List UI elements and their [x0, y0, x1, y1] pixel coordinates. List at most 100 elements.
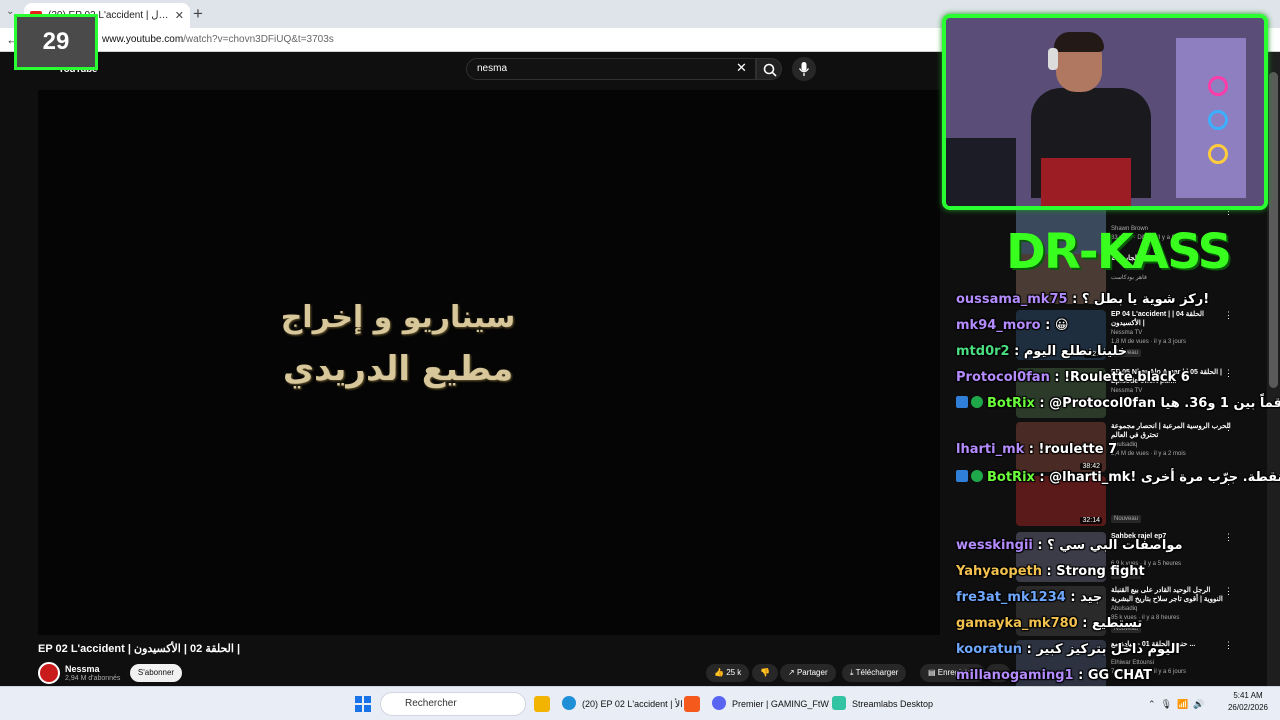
channel-avatar[interactable] — [38, 662, 60, 684]
recommendation-channel[interactable]: Elhiwar Ettounsi — [1111, 660, 1154, 666]
more-options-icon[interactable]: ⋮ — [1224, 640, 1233, 651]
screen: ⌄ (20) EP 02 L'accident | الأكسيدون | ال… — [0, 0, 1280, 720]
chat-text: ركز شوية يا بطل ؟! — [1081, 292, 1210, 307]
subscribe-button[interactable]: S'abonner — [130, 664, 182, 682]
chat-separator: : — [1073, 668, 1088, 683]
chat-text: خلينا نطلع اليوم — [1023, 344, 1128, 359]
search-button[interactable] — [756, 58, 782, 80]
recommendation-channel[interactable]: Abulsadiq — [1111, 606, 1137, 612]
chat-message: mtd0r2 : خلينا نطلع اليوم — [956, 344, 1127, 359]
windows-start-icon[interactable] — [355, 696, 371, 712]
voice-search-button[interactable] — [792, 57, 816, 81]
recommendation-channel[interactable]: Nessma TV — [1111, 388, 1142, 394]
rgb-fan — [1208, 144, 1228, 164]
volume-icon[interactable]: 🔊 — [1193, 699, 1204, 709]
scrollbar-thumb[interactable] — [1269, 72, 1278, 388]
taskbar-app-label: (20) EP 02 L'accident | الأ — [582, 699, 683, 709]
chat-username: wesskingii — [956, 538, 1033, 553]
recommendation-title[interactable]: الحرب الروسية المرعبة | انحصار مجموعة تح… — [1111, 422, 1231, 440]
chevron-up-icon[interactable]: ⌃ — [1148, 699, 1156, 709]
wifi-icon[interactable]: 📶 — [1177, 699, 1188, 709]
channel-name[interactable]: Nessma — [65, 664, 100, 674]
chat-message: millanogaming1 : GG CHAT — [956, 668, 1152, 683]
system-tray[interactable]: ⌃ 🎙 📶 🔊 — [1148, 699, 1204, 710]
chat-username: BotRix — [987, 396, 1035, 411]
chat-separator: : — [1009, 344, 1024, 359]
dislike-icon: 👎 — [760, 668, 770, 677]
more-options-icon[interactable]: ⋮ — [1224, 586, 1233, 597]
chat-username: mk94_moro — [956, 318, 1041, 333]
taskbar: ⌕ Rechercher (20) EP 02 L'accident | الأ… — [0, 686, 1280, 720]
video-player[interactable]: سيناريو و إخراج مطيع الدريدي — [38, 90, 940, 635]
chat-text: تستطيع — [1091, 616, 1143, 631]
chat-separator: : — [1042, 564, 1057, 579]
chat-separator: : — [1032, 538, 1048, 553]
chat-separator: : — [1065, 590, 1081, 605]
chat-text: !roulette 7 — [1038, 442, 1118, 457]
download-button[interactable]: ⤓ Télécharger — [842, 664, 907, 682]
microphone-icon[interactable]: 🎙 — [1161, 699, 1172, 709]
taskbar-app-streamlabs[interactable]: Streamlabs Desktop — [832, 693, 933, 715]
streamer-hair — [1054, 32, 1104, 52]
new-badge: Nouveau — [1111, 515, 1142, 523]
verified-badge-icon — [971, 396, 983, 408]
chat-text: @lharti_mk! النتيجة: 21 | للأسف، لم تنجح… — [1049, 470, 1280, 485]
chat-text: اليوم داخل بتركيز كبير — [1036, 642, 1180, 657]
url-text[interactable]: www.youtube.com/watch?v=chovn3DFiUQ&t=37… — [102, 34, 334, 45]
chat-username: fre3at_mk1234 — [956, 590, 1066, 605]
headset-icon — [1048, 48, 1058, 70]
chat-username: Yahyaopeth — [956, 564, 1043, 579]
chat-message: BotRix : @lharti_mk! النتيجة: 21 | للأسف… — [956, 470, 1280, 485]
system-clock[interactable]: 5:41 AM 26/02/2026 — [1222, 690, 1274, 714]
edge-icon — [562, 696, 576, 710]
credits-line-2: مطيع الدريدي — [282, 349, 514, 389]
new-tab-icon[interactable]: + — [193, 4, 203, 24]
taskbar-app-label: Premier | GAMING_FtW — [732, 699, 829, 709]
chat-message: kooratun : اليوم داخل بتركيز كبير — [956, 642, 1180, 657]
chat-message: wesskingii : مواصفات البي سي ؟ — [956, 538, 1183, 553]
chat-username: gamayka_mk780 — [956, 616, 1078, 631]
page-scrollbar[interactable] — [1267, 52, 1280, 686]
chat-username: millanogaming1 — [956, 668, 1074, 683]
taskbar-app-discord[interactable]: Premier | GAMING_FtW — [712, 693, 829, 715]
more-options-icon[interactable]: ⋮ — [1224, 310, 1233, 321]
close-tab-icon[interactable]: ✕ — [175, 9, 184, 22]
chat-separator: : — [1024, 442, 1039, 457]
taskbar-app-edge[interactable]: (20) EP 02 L'accident | الأ — [562, 693, 683, 715]
streamlabs-icon — [832, 696, 846, 710]
chat-message: mk94_moro : 😀 — [956, 318, 1068, 333]
video-frame-credits: سيناريو و إخراج مطيع الدريدي — [38, 300, 758, 389]
more-options-icon[interactable]: ⋮ — [1224, 422, 1233, 433]
chat-text: 😀 — [1054, 318, 1069, 333]
chat-message: lharti_mk : !roulette 7 — [956, 442, 1117, 457]
chat-username: oussama_mk75 — [956, 292, 1068, 307]
chat-text: جيد — [1080, 590, 1103, 605]
chat-username: BotRix — [987, 470, 1035, 485]
brave-icon[interactable] — [684, 696, 700, 712]
like-count: 25 k — [726, 668, 742, 677]
recommendation-meta: 2,4 M de vues · il y a 2 mois — [1111, 451, 1186, 457]
share-button[interactable]: ↗ Partager — [780, 664, 836, 682]
chat-message: gamayka_mk780 : تستطيع — [956, 616, 1142, 631]
webcam-overlay — [942, 14, 1268, 210]
clear-search-icon[interactable]: ✕ — [736, 60, 747, 76]
recommendation-title[interactable]: EP 04 L'accident | الحلقة 04 | الأكسيدون… — [1111, 310, 1231, 328]
chat-username: lharti_mk — [956, 442, 1025, 457]
taskbar-search-input[interactable]: Rechercher — [380, 692, 526, 716]
recommendation-channel[interactable]: Nessma TV — [1111, 330, 1142, 336]
chat-separator: : — [1022, 642, 1037, 657]
chat-message: Protocol0fan : !Roulette black 6 — [956, 370, 1190, 385]
more-options-icon[interactable]: ⋮ — [1224, 368, 1233, 379]
webcam-monitor — [946, 138, 1016, 206]
more-options-icon[interactable]: ⋮ — [1224, 532, 1233, 543]
recommendation-title[interactable]: الرجل الوحيد القادر على بيع القنبلة النو… — [1111, 586, 1231, 604]
chat-message: fre3at_mk1234 : جيد — [956, 590, 1102, 605]
chat-separator: : — [1034, 470, 1050, 485]
dislike-button[interactable]: 👎 — [752, 664, 778, 682]
search-icon — [763, 63, 777, 77]
chat-message: oussama_mk75 : ركز شوية يا بطل ؟! — [956, 292, 1209, 307]
search-input[interactable]: nesma — [466, 58, 756, 80]
file-explorer-icon[interactable] — [534, 696, 550, 712]
like-button[interactable]: 👍 25 k — [706, 664, 750, 682]
url-path: /watch?v=chovn3DFiUQ&t=3703s — [183, 34, 334, 45]
